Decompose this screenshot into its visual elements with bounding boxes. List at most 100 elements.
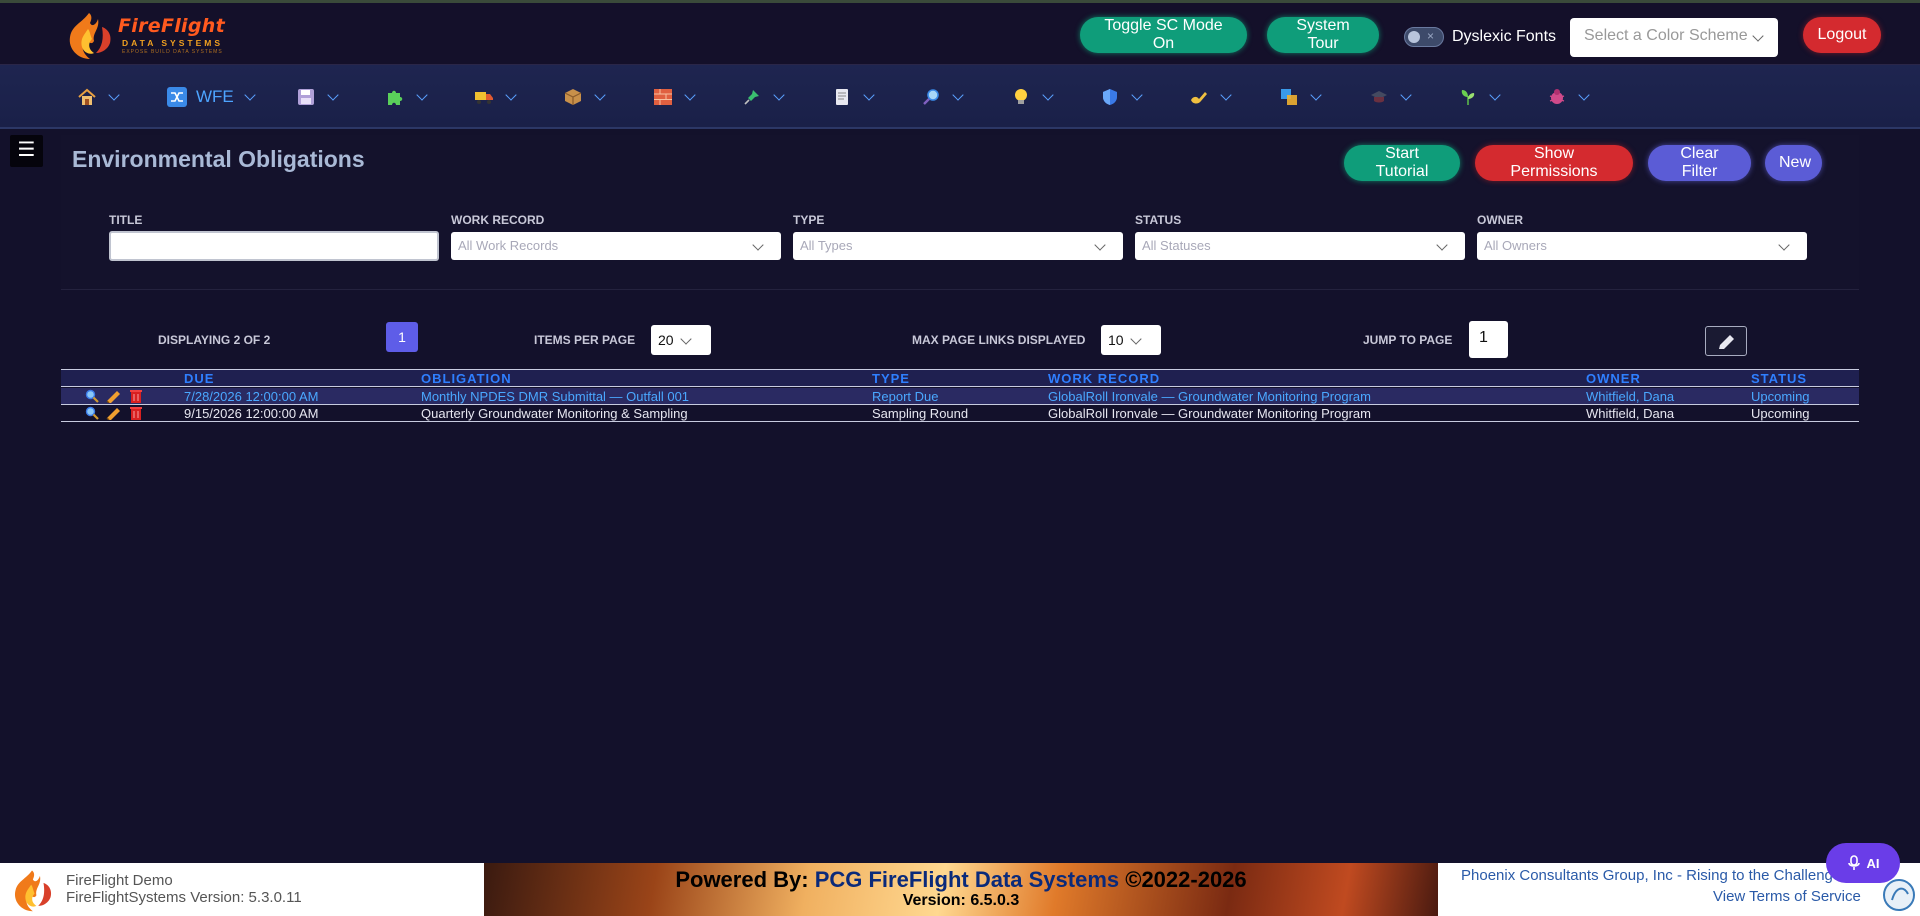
nav-item-inventory[interactable] [562, 85, 606, 109]
logout-button[interactable]: Logout [1803, 17, 1881, 53]
work-record-filter-select[interactable]: All Work Records [451, 232, 781, 260]
work-record-placeholder: All Work Records [458, 238, 559, 253]
column-header-due[interactable]: DUE [184, 371, 214, 386]
color-scheme-placeholder: Select a Color Scheme [1584, 27, 1748, 44]
cell-owner: Whitfield, Dana [1586, 406, 1675, 421]
chevron-down-icon [1752, 30, 1764, 42]
nav-item-search[interactable] [920, 85, 964, 109]
owner-filter-select[interactable]: All Owners [1477, 232, 1807, 260]
edit-icon[interactable] [105, 389, 123, 403]
squares-icon [1278, 87, 1300, 107]
show-permissions-button[interactable]: Show Permissions [1475, 145, 1633, 181]
terms-of-service-link[interactable]: View Terms of Service [1713, 888, 1861, 905]
view-icon[interactable] [85, 389, 99, 403]
document-icon [831, 87, 853, 107]
column-header-work-record[interactable]: WORK RECORD [1048, 371, 1160, 386]
dyslexic-fonts-label: Dyslexic Fonts [1452, 28, 1557, 45]
nav-item-modules[interactable] [384, 85, 428, 109]
delete-icon[interactable] [129, 389, 143, 403]
nav-item-training[interactable] [1368, 85, 1412, 109]
system-tour-button[interactable]: System Tour [1267, 17, 1379, 53]
start-tutorial-button[interactable]: Start Tutorial [1344, 145, 1460, 181]
edit-icon[interactable] [105, 406, 123, 420]
accessibility-badge-icon[interactable] [1882, 878, 1916, 912]
nav-item-ideas[interactable] [1010, 85, 1054, 109]
chevron-down-icon [773, 88, 785, 101]
nav-item-security[interactable] [1099, 85, 1143, 109]
cell-status: Upcoming [1751, 389, 1810, 404]
owner-filter-label: OWNER [1477, 213, 1523, 227]
max-page-links-select[interactable]: 10 [1101, 325, 1161, 355]
cell-obligation[interactable]: Monthly NPDES DMR Submittal — Outfall 00… [421, 389, 689, 404]
column-header-type[interactable]: TYPE [872, 371, 910, 386]
cell-owner: Whitfield, Dana [1586, 389, 1675, 404]
demo-site-name: FireFlight Demo [66, 872, 173, 889]
nav-item-documents[interactable] [831, 85, 875, 109]
view-icon[interactable] [85, 406, 99, 420]
nav-item-reports[interactable] [1278, 85, 1322, 109]
nav-item-logistics[interactable] [473, 85, 517, 109]
cell-work-record[interactable]: GlobalRoll Ironvale — Groundwater Monito… [1048, 406, 1371, 421]
magnifier-icon [920, 87, 942, 107]
max-page-links-label: MAX PAGE LINKS DISPLAYED [912, 333, 1086, 347]
fire-bird-logo-icon [69, 13, 111, 59]
pcg-tagline-link[interactable]: Phoenix Consultants Group, Inc - Rising … [1461, 867, 1841, 887]
items-per-page-select[interactable]: 20 [651, 325, 711, 355]
page-link-1[interactable]: 1 [386, 322, 418, 352]
type-filter-select[interactable]: All Types [793, 232, 1123, 260]
nav-item-records[interactable] [295, 85, 339, 109]
powered-brand[interactable]: PCG FireFlight Data Systems [815, 867, 1119, 892]
app-version: Version: 6.5.0.3 [902, 892, 1020, 909]
chevron-down-icon [327, 88, 339, 101]
shield-icon [1099, 87, 1121, 107]
nav-item-facilities[interactable] [652, 85, 696, 109]
status-filter-select[interactable]: All Statuses [1135, 232, 1465, 260]
chevron-down-icon [680, 333, 692, 345]
owner-placeholder: All Owners [1484, 238, 1547, 253]
sidebar-toggle-button[interactable]: ☰ [10, 135, 43, 167]
color-scheme-select[interactable]: Select a Color Scheme [1570, 18, 1778, 57]
new-button[interactable]: New [1765, 145, 1822, 181]
powered-prefix: Powered By: [675, 867, 815, 892]
chevron-down-icon [952, 88, 964, 101]
chevron-down-icon [1400, 88, 1412, 101]
hand-write-icon [1188, 87, 1210, 107]
table-row[interactable]: 9/15/2026 12:00:00 AM Quarterly Groundwa… [61, 405, 1859, 422]
clear-filter-button[interactable]: Clear Filter [1648, 145, 1751, 181]
page-title: Environmental Obligations [72, 146, 365, 172]
top-header: FireFlight DATA SYSTEMS EXPOSE BUILD DAT… [0, 0, 1920, 65]
table-row[interactable]: 7/28/2026 12:00:00 AM Monthly NPDES DMR … [61, 388, 1859, 405]
bulk-edit-button[interactable] [1705, 326, 1747, 356]
ai-assistant-button[interactable]: AI [1826, 843, 1900, 883]
cell-type: Sampling Round [872, 406, 969, 421]
nav-label-wfe: WFE [196, 87, 234, 106]
puzzle-icon [384, 87, 406, 107]
plant-icon [1457, 87, 1479, 107]
cell-type: Report Due [872, 389, 939, 404]
grad-cap-icon [1368, 87, 1390, 107]
chevron-down-icon [1436, 239, 1448, 251]
nav-item-home[interactable] [76, 85, 120, 109]
column-header-obligation[interactable]: OBLIGATION [421, 371, 512, 386]
toggle-knob [1408, 31, 1420, 43]
brand-logo[interactable]: FireFlight DATA SYSTEMS EXPOSE BUILD DAT… [62, 9, 252, 59]
truck-icon [473, 87, 495, 107]
nav-item-tasks[interactable] [741, 85, 785, 109]
nav-item-signatures[interactable] [1188, 85, 1232, 109]
toggle-sc-mode-button[interactable]: Toggle SC Mode On [1080, 17, 1247, 53]
nav-item-environment[interactable] [1457, 85, 1501, 109]
microphone-icon [1847, 855, 1860, 870]
cell-obligation[interactable]: Quarterly Groundwater Monitoring & Sampl… [421, 406, 688, 421]
cell-work-record[interactable]: GlobalRoll Ironvale — Groundwater Monito… [1048, 389, 1371, 404]
delete-icon[interactable] [129, 406, 143, 420]
column-header-owner[interactable]: OWNER [1586, 371, 1641, 386]
title-filter-input[interactable] [109, 231, 439, 261]
column-header-status[interactable]: STATUS [1751, 371, 1807, 386]
nav-item-issues[interactable] [1546, 85, 1590, 109]
jump-to-page-input[interactable]: 1 [1469, 321, 1508, 358]
dyslexic-fonts-toggle[interactable]: × [1404, 27, 1444, 47]
powered-suffix: ©2022-2026 [1119, 867, 1247, 892]
items-per-page-value: 20 [658, 332, 674, 348]
chevron-down-icon [594, 88, 606, 101]
nav-item-wfe[interactable]: WFE [166, 85, 256, 109]
